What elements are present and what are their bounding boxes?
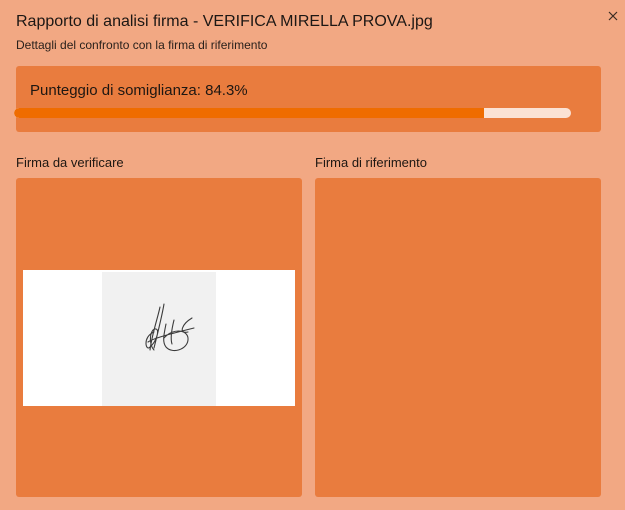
- close-button[interactable]: [604, 7, 622, 25]
- verify-signature-panel: [16, 178, 302, 497]
- reference-signature-label: Firma di riferimento: [315, 155, 427, 170]
- dialog-subtitle: Dettagli del confronto con la firma di r…: [16, 38, 268, 52]
- reference-signature-panel: [315, 178, 601, 497]
- similarity-score-label: Punteggio di somiglianza: 84.3%: [30, 82, 248, 99]
- similarity-progress-bar: [14, 108, 571, 118]
- verify-signature-label: Firma da verificare: [16, 155, 124, 170]
- signature-scribble: [145, 303, 195, 352]
- similarity-score-card: Punteggio di somiglianza: 84.3%: [16, 66, 601, 132]
- close-icon: [608, 11, 618, 21]
- signature-paper: [102, 272, 216, 406]
- verify-signature-image: [23, 270, 295, 406]
- dialog-title: Rapporto di analisi firma - VERIFICA MIR…: [16, 13, 433, 30]
- similarity-progress-fill: [14, 108, 484, 118]
